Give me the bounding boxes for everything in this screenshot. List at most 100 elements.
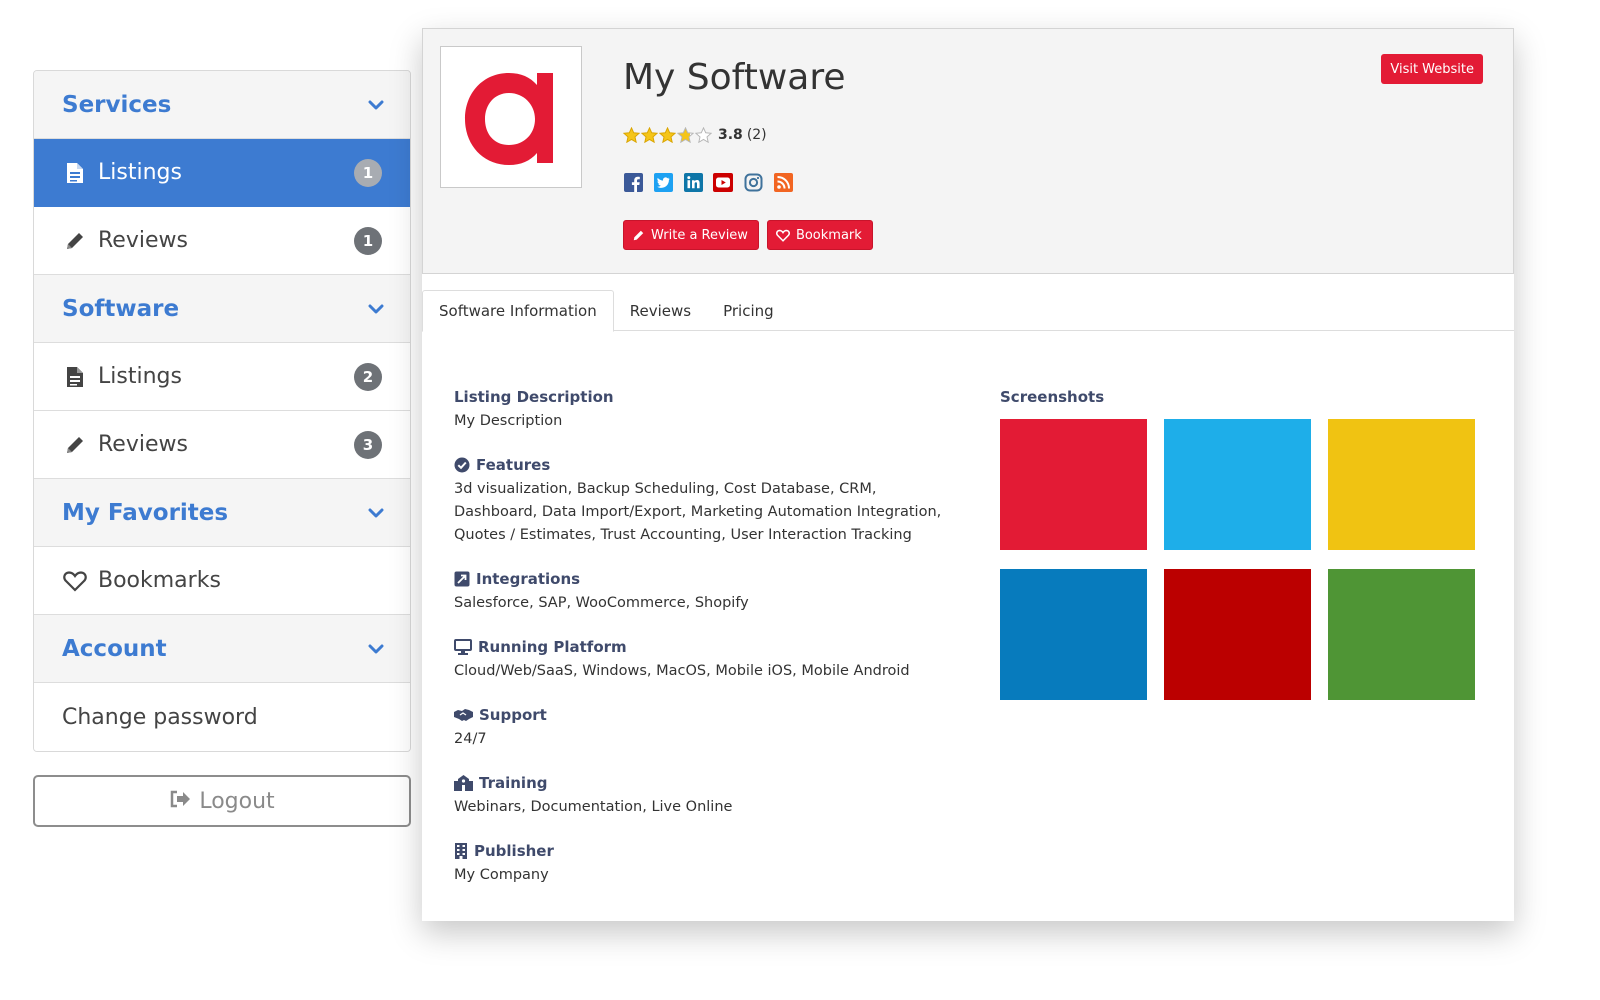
file-icon bbox=[62, 364, 88, 390]
external-link-square-icon bbox=[454, 571, 470, 587]
tab-pricing[interactable]: Pricing bbox=[707, 290, 790, 331]
sidebar-item-label: Reviews bbox=[98, 228, 188, 253]
sidebar-item-bookmarks[interactable]: Bookmarks bbox=[34, 547, 410, 615]
sidebar-menu: Services Listings 1 Reviews 1 Software L… bbox=[33, 70, 411, 752]
sign-out-icon bbox=[169, 789, 191, 813]
sidebar-item-services-reviews[interactable]: Reviews 1 bbox=[34, 207, 410, 275]
star-icon bbox=[659, 127, 676, 143]
sidebar: Services Listings 1 Reviews 1 Software L… bbox=[33, 70, 411, 827]
count-badge: 2 bbox=[354, 362, 382, 391]
product-header: My Software 3.8 (2) Write a Review Bookm… bbox=[422, 28, 1514, 274]
section-title: Training bbox=[479, 774, 548, 792]
sidebar-item-software-listings[interactable]: Listings 2 bbox=[34, 343, 410, 411]
section-header: Running Platform bbox=[454, 638, 954, 656]
screenshot-thumbnail[interactable] bbox=[1164, 419, 1311, 550]
tab-reviews[interactable]: Reviews bbox=[614, 290, 707, 331]
linkedin-icon[interactable] bbox=[683, 172, 703, 192]
product-rating: 3.8 (2) bbox=[623, 127, 767, 143]
section-title: Screenshots bbox=[1000, 388, 1105, 406]
school-icon bbox=[454, 775, 473, 791]
sidebar-heading-label: Software bbox=[62, 295, 180, 322]
count-badge: 1 bbox=[354, 158, 382, 187]
star-icon bbox=[641, 127, 658, 143]
screenshot-thumbnail[interactable] bbox=[1328, 569, 1475, 700]
star-rating bbox=[623, 127, 712, 143]
screenshot-thumbnail[interactable] bbox=[1328, 419, 1475, 550]
sidebar-item-services-listings[interactable]: Listings 1 bbox=[34, 139, 410, 207]
star-icon bbox=[677, 127, 694, 143]
section-header: Integrations bbox=[454, 570, 954, 588]
sidebar-heading-services[interactable]: Services bbox=[34, 71, 410, 139]
chevron-down-icon bbox=[356, 644, 396, 654]
sidebar-heading-label: Services bbox=[62, 91, 172, 118]
twitter-icon[interactable] bbox=[653, 172, 673, 192]
instagram-icon[interactable] bbox=[743, 172, 763, 192]
software-detail-panel: My Software 3.8 (2) Write a Review Bookm… bbox=[422, 28, 1514, 921]
screenshots-section: Screenshots bbox=[1000, 388, 1480, 700]
sidebar-item-label: Reviews bbox=[98, 432, 188, 457]
chevron-down-icon bbox=[356, 508, 396, 518]
section-header: Training bbox=[454, 774, 954, 792]
write-review-button[interactable]: Write a Review bbox=[623, 220, 759, 250]
pencil-icon bbox=[62, 432, 88, 458]
section-header: Features bbox=[454, 456, 954, 474]
sidebar-heading-favorites[interactable]: My Favorites bbox=[34, 479, 410, 547]
section-text: 24/7 bbox=[454, 731, 487, 747]
section-text: Cloud/Web/SaaS, Windows, MacOS, Mobile i… bbox=[454, 663, 910, 679]
sidebar-item-change-password[interactable]: Change password bbox=[34, 683, 410, 751]
section-header: Support bbox=[454, 706, 954, 724]
screenshot-grid bbox=[1000, 419, 1480, 700]
section-title: Listing Description bbox=[454, 388, 614, 406]
integrations-section: Integrations Salesforce, SAP, WooCommerc… bbox=[454, 570, 954, 615]
check-circle-icon bbox=[454, 457, 470, 473]
building-icon bbox=[454, 843, 468, 859]
visit-website-button[interactable]: Visit Website bbox=[1381, 54, 1483, 84]
section-text: My Company bbox=[454, 867, 549, 883]
section-title: Running Platform bbox=[478, 638, 627, 656]
pencil-icon bbox=[632, 229, 645, 242]
section-text: Salesforce, SAP, WooCommerce, Shopify bbox=[454, 595, 749, 611]
sidebar-item-software-reviews[interactable]: Reviews 3 bbox=[34, 411, 410, 479]
sidebar-heading-label: My Favorites bbox=[62, 499, 229, 526]
social-links bbox=[623, 172, 793, 192]
file-icon bbox=[62, 160, 88, 186]
screenshot-thumbnail[interactable] bbox=[1164, 569, 1311, 700]
section-title: Integrations bbox=[476, 570, 581, 588]
sidebar-heading-software[interactable]: Software bbox=[34, 275, 410, 343]
product-logo bbox=[440, 46, 582, 188]
chevron-down-icon bbox=[356, 100, 396, 110]
count-badge: 1 bbox=[354, 226, 382, 255]
screenshot-thumbnail[interactable] bbox=[1000, 419, 1147, 550]
star-icon bbox=[695, 127, 712, 143]
facebook-icon[interactable] bbox=[623, 172, 643, 192]
features-section: Features 3d visualization, Backup Schedu… bbox=[454, 456, 954, 547]
rss-icon[interactable] bbox=[773, 172, 793, 192]
detail-tabs: Software Information Reviews Pricing bbox=[422, 290, 1514, 332]
sidebar-item-label: Listings bbox=[98, 160, 182, 185]
write-review-label: Write a Review bbox=[651, 227, 748, 243]
count-badge: 3 bbox=[354, 430, 382, 459]
star-icon bbox=[623, 127, 640, 143]
heart-icon bbox=[62, 568, 88, 594]
chevron-down-icon bbox=[356, 304, 396, 314]
handshake-icon bbox=[454, 707, 473, 723]
youtube-icon[interactable] bbox=[713, 172, 733, 192]
product-title: My Software bbox=[623, 57, 846, 98]
sidebar-item-label: Change password bbox=[62, 704, 258, 730]
screenshot-thumbnail[interactable] bbox=[1000, 569, 1147, 700]
sidebar-heading-account[interactable]: Account bbox=[34, 615, 410, 683]
logout-button[interactable]: Logout bbox=[33, 775, 411, 827]
pencil-icon bbox=[62, 228, 88, 254]
section-header: Publisher bbox=[454, 842, 954, 860]
bookmark-label: Bookmark bbox=[795, 227, 862, 243]
section-text: My Description bbox=[454, 413, 563, 429]
tab-software-information[interactable]: Software Information bbox=[422, 290, 614, 332]
listing-description-section: Listing Description My Description bbox=[454, 388, 954, 433]
sidebar-item-label: Listings bbox=[98, 364, 182, 389]
section-title: Features bbox=[476, 456, 551, 474]
section-text: Webinars, Documentation, Live Online bbox=[454, 799, 733, 815]
bookmark-button[interactable]: Bookmark bbox=[766, 220, 873, 250]
section-title: Support bbox=[479, 706, 547, 724]
section-title: Publisher bbox=[474, 842, 554, 860]
logout-label: Logout bbox=[199, 788, 275, 814]
